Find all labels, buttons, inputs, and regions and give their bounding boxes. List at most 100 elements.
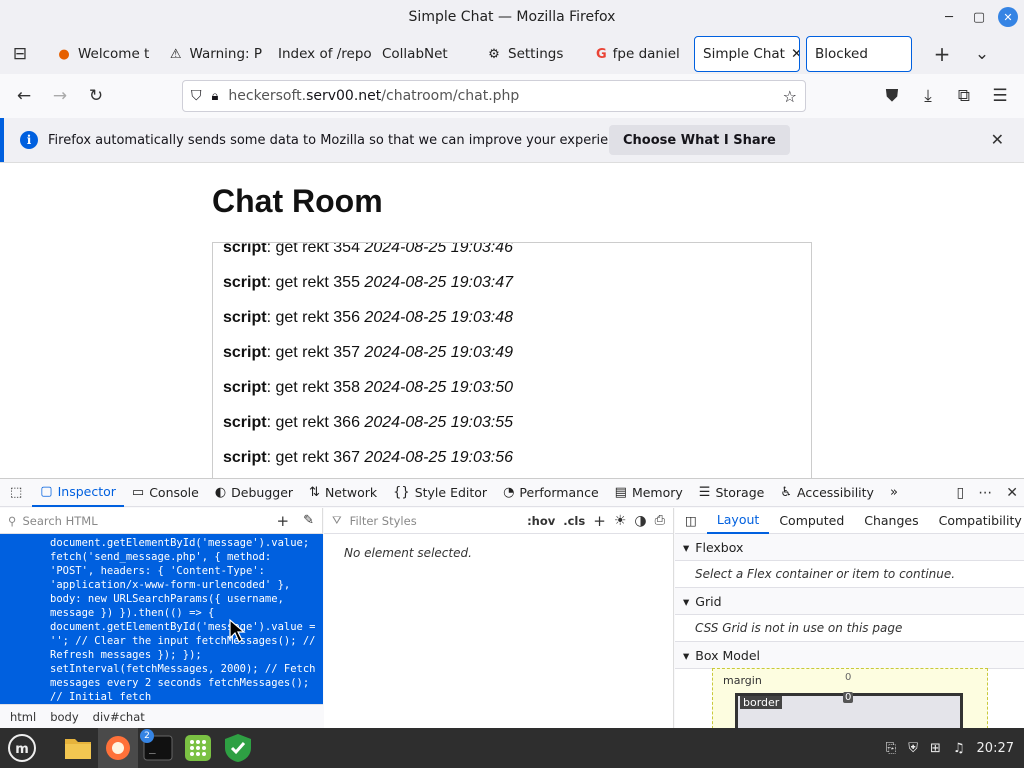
- tab-style-editor[interactable]: {} Style Editor: [385, 479, 495, 507]
- tab-google[interactable]: G fpe daniel: [588, 36, 686, 72]
- firefox-taskbar-icon[interactable]: [98, 728, 138, 768]
- tab-memory[interactable]: ▤ Memory: [607, 479, 691, 507]
- tab-warning[interactable]: ⚠ Warning: P: [160, 36, 270, 72]
- print-media-icon[interactable]: ⎙: [655, 513, 665, 528]
- downloads-icon[interactable]: ⤓: [910, 80, 946, 112]
- terminal-icon[interactable]: _ 2: [138, 728, 178, 768]
- back-icon[interactable]: ←: [6, 80, 42, 112]
- chat-message: script: get rekt 367 2024-08-25 19:03:56: [223, 449, 513, 467]
- border-value[interactable]: 0: [843, 692, 854, 703]
- reload-icon[interactable]: ↻: [78, 80, 114, 112]
- tab-welcome[interactable]: ● Welcome t: [48, 36, 160, 72]
- minimize-icon[interactable]: ─: [938, 6, 960, 28]
- new-tab-icon[interactable]: +: [924, 38, 960, 70]
- add-node-icon[interactable]: +: [277, 512, 290, 530]
- maximize-icon[interactable]: ▢: [968, 6, 990, 28]
- clipboard-icon[interactable]: ⎘: [886, 741, 896, 756]
- box-model-section-header[interactable]: ▾ Box Model: [675, 642, 1024, 669]
- breadcrumb: html body div#chat: [0, 704, 323, 729]
- performance-icon: ◔: [503, 485, 515, 500]
- tab-label: Warning: P: [189, 46, 262, 62]
- tab-accessibility[interactable]: ♿ Accessibility: [772, 479, 882, 507]
- chevron-down-icon[interactable]: ⌄: [964, 38, 1000, 70]
- tab-label: Style Editor: [414, 485, 488, 500]
- pick-element-icon[interactable]: ⬚: [0, 479, 32, 507]
- network-tray-icon[interactable]: ⊞: [930, 741, 941, 756]
- breadcrumb-item[interactable]: html: [10, 710, 36, 724]
- message-timestamp: 2024-08-25 19:03:48: [364, 309, 513, 326]
- tab-collabnet[interactable]: CollabNet: [374, 36, 478, 72]
- url-text[interactable]: heckersoft.serv00.net/chatroom/chat.php: [228, 88, 772, 104]
- url-host: heckersoft.: [228, 88, 307, 104]
- margin-value[interactable]: 0: [845, 672, 851, 683]
- message-text: : get rekt 355: [266, 274, 365, 291]
- url-bar[interactable]: ⛉ 🔒︎ heckersoft.serv00.net/chatroom/chat…: [182, 80, 806, 112]
- calculator-icon[interactable]: [178, 728, 218, 768]
- message-user: script: [223, 414, 267, 431]
- cls-button[interactable]: .cls: [563, 514, 585, 528]
- tab-network[interactable]: ⇅ Network: [301, 479, 385, 507]
- svg-text:m: m: [15, 742, 29, 757]
- close-devtools-icon[interactable]: ✕: [1006, 485, 1018, 501]
- grid-section-header[interactable]: ▾ Grid: [675, 588, 1024, 615]
- tab-debugger[interactable]: ◐ Debugger: [207, 479, 301, 507]
- flexbox-section-header[interactable]: ▾ Flexbox: [675, 534, 1024, 561]
- close-notification-icon[interactable]: ✕: [991, 130, 1004, 149]
- collapse-icon: ▾: [683, 593, 690, 609]
- html-code-selected[interactable]: document.getElementById('message').value…: [0, 534, 323, 704]
- filter-styles-input[interactable]: Filter Styles: [350, 514, 519, 528]
- pocket-icon[interactable]: ⛊: [874, 80, 910, 112]
- security-shield-icon[interactable]: ⛨: [908, 741, 918, 756]
- tab-blocked[interactable]: Blocked: [806, 36, 912, 72]
- tab-storage[interactable]: ☰ Storage: [691, 479, 773, 507]
- tab-label: Inspector: [57, 484, 116, 499]
- chat-box[interactable]: script: get rekt 354 2024-08-25 19:03:46…: [212, 242, 812, 478]
- bookmark-star-icon[interactable]: ☆: [783, 87, 797, 106]
- tab-changes[interactable]: Changes: [854, 508, 928, 534]
- choose-what-i-share-button[interactable]: Choose What I Share: [609, 125, 790, 155]
- tab-computed[interactable]: Computed: [769, 508, 854, 534]
- tab-label: Blocked: [815, 46, 868, 62]
- menu-icon[interactable]: ☰: [982, 80, 1018, 112]
- tab-layout[interactable]: Layout: [706, 508, 770, 534]
- message-text: : get rekt 358: [266, 379, 365, 396]
- tab-simple-chat[interactable]: Simple Chat ✕: [694, 36, 800, 72]
- tab-compatibility[interactable]: Compatibility: [929, 508, 1024, 534]
- list-all-tabs-icon[interactable]: ⊟: [0, 38, 40, 70]
- tab-settings[interactable]: ⚙ Settings: [478, 36, 588, 72]
- tab-console[interactable]: ▭ Console: [124, 479, 207, 507]
- tab-inspector[interactable]: ▢ Inspector: [32, 479, 124, 507]
- eyedropper-icon[interactable]: ✎: [303, 513, 314, 528]
- tab-index[interactable]: Index of /repo: [270, 36, 374, 72]
- search-html-input[interactable]: Search HTML: [22, 514, 270, 528]
- file-manager-icon[interactable]: [58, 728, 98, 768]
- extensions-icon[interactable]: ⧉: [946, 80, 982, 112]
- toggle-sidebar-icon[interactable]: ◫: [675, 508, 707, 534]
- mint-menu-icon[interactable]: m: [0, 728, 44, 768]
- hov-button[interactable]: :hov: [527, 514, 555, 528]
- tab-label: Memory: [631, 485, 683, 500]
- message-text: : get rekt 366: [266, 414, 365, 431]
- html-pane: ⚲ Search HTML + ✎ document.getElementByI…: [0, 508, 323, 729]
- dark-scheme-icon[interactable]: ◑: [634, 513, 646, 529]
- shield-icon[interactable]: ⛉: [191, 88, 202, 104]
- close-tab-icon[interactable]: ✕: [791, 46, 799, 62]
- window-titlebar: Simple Chat — Mozilla Firefox ─ ▢ ✕: [0, 0, 1024, 34]
- more-tools-icon[interactable]: »: [882, 479, 906, 507]
- lock-icon[interactable]: 🔒︎: [212, 89, 219, 104]
- clock[interactable]: 20:27: [977, 741, 1014, 756]
- breadcrumb-item[interactable]: div#chat: [93, 710, 145, 724]
- chat-message: script: get rekt 366 2024-08-25 19:03:55: [223, 414, 513, 432]
- breadcrumb-item[interactable]: body: [50, 710, 78, 724]
- add-rule-icon[interactable]: +: [593, 512, 606, 530]
- close-window-icon[interactable]: ✕: [998, 7, 1018, 27]
- sound-icon[interactable]: ♫: [953, 741, 965, 756]
- devtools-menu-icon[interactable]: ⋯: [978, 485, 992, 501]
- memory-icon: ▤: [614, 485, 627, 500]
- light-scheme-icon[interactable]: ☀: [614, 513, 627, 529]
- tab-performance[interactable]: ◔ Performance: [495, 479, 607, 507]
- forward-icon[interactable]: →: [42, 80, 78, 112]
- vpn-shield-icon[interactable]: [218, 728, 258, 768]
- responsive-design-icon[interactable]: ▯: [957, 485, 965, 501]
- chat-message: script: get rekt 356 2024-08-25 19:03:48: [223, 309, 513, 327]
